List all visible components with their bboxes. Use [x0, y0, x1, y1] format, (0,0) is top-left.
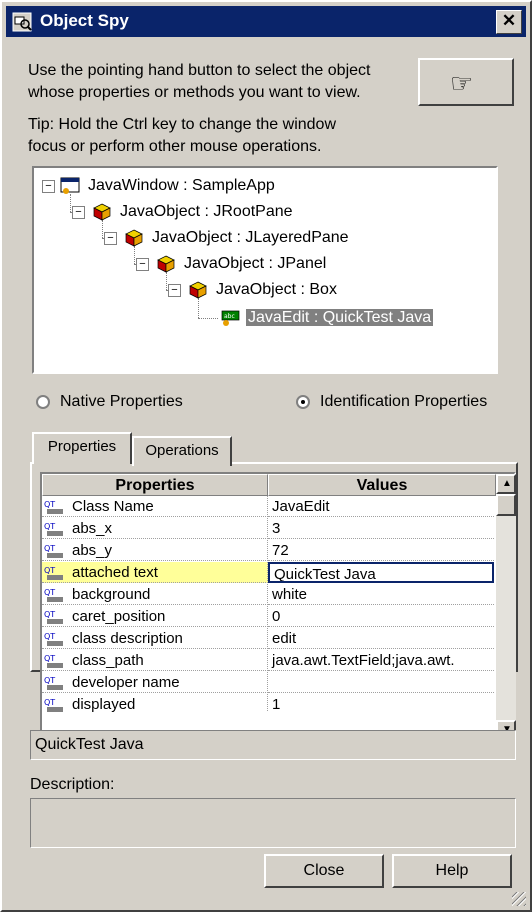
instruction-line-1: Use the pointing hand button to select t… [28, 62, 371, 79]
tree-node-jpanel[interactable]: JavaObject : JPanel [156, 252, 328, 276]
table-row[interactable]: QT developer name [42, 672, 496, 694]
java-object-icon [157, 255, 175, 273]
close-button[interactable]: Close [264, 854, 384, 888]
java-window-icon [60, 177, 80, 194]
table-row[interactable]: QT class description edit [42, 628, 496, 650]
window-title: Object Spy [40, 11, 129, 30]
tree-node-jlayeredpane[interactable]: JavaObject : JLayeredPane [124, 226, 351, 250]
identification-properties-label[interactable]: Identification Properties [320, 391, 487, 413]
svg-text:QT: QT [44, 698, 55, 707]
property-icon: QT [44, 588, 63, 602]
collapse-toggle-icon[interactable]: − [42, 180, 55, 193]
tip-line-2: focus or perform other mouse operations. [28, 138, 322, 155]
svg-text:QT: QT [44, 632, 55, 641]
property-icon: QT [44, 698, 63, 712]
svg-text:QT: QT [44, 654, 55, 663]
title-bar[interactable]: Object Spy ✕ [6, 6, 526, 37]
collapse-toggle-icon[interactable]: − [104, 232, 117, 245]
java-edit-icon: abc [221, 310, 240, 326]
pointing-hand-button[interactable]: ☞ [418, 58, 514, 106]
svg-text:QT: QT [44, 566, 55, 575]
arrow-up-icon: ▲ [502, 478, 512, 489]
svg-text:abc: abc [224, 313, 235, 320]
table-row[interactable]: QT abs_x 3 [42, 518, 496, 540]
property-icon: QT [44, 610, 63, 624]
property-icon: QT [44, 566, 63, 580]
properties-grid[interactable]: Properties Values QT Class Name JavaEdit … [40, 472, 516, 742]
help-button[interactable]: Help [392, 854, 512, 888]
selected-value-field: QuickTest Java [30, 730, 516, 760]
property-icon: QT [44, 654, 63, 668]
scroll-thumb[interactable] [496, 494, 516, 516]
collapse-toggle-icon[interactable]: − [136, 258, 149, 271]
description-label: Description: [30, 776, 115, 793]
table-row[interactable]: QT Class Name JavaEdit [42, 496, 496, 518]
resize-grip[interactable] [512, 892, 526, 906]
description-field [30, 798, 516, 848]
svg-text:QT: QT [44, 500, 55, 509]
property-icon: QT [44, 544, 63, 558]
vertical-scrollbar[interactable]: ▲ ▼ [496, 474, 516, 740]
identification-properties-radio[interactable] [296, 395, 310, 409]
close-window-button[interactable]: ✕ [496, 10, 522, 34]
table-row[interactable]: QT caret_position 0 [42, 606, 496, 628]
tip-line-1: Tip: Hold the Ctrl key to change the win… [28, 116, 337, 133]
collapse-toggle-icon[interactable]: − [72, 206, 85, 219]
table-row[interactable]: QT abs_y 72 [42, 540, 496, 562]
table-row[interactable]: QT class_path java.awt.TextField;java.awt… [42, 650, 496, 672]
collapse-toggle-icon[interactable]: − [168, 284, 181, 297]
property-icon: QT [44, 632, 63, 646]
property-icon: QT [44, 522, 63, 536]
tree-node-jrootpane[interactable]: JavaObject : JRootPane [92, 200, 295, 224]
svg-text:QT: QT [44, 522, 55, 531]
java-object-icon [125, 229, 143, 247]
tab-properties[interactable]: Properties [32, 432, 132, 464]
pointing-hand-icon: ☞ [450, 68, 474, 98]
object-spy-app-icon [12, 12, 32, 32]
tree-node-java-edit[interactable]: abc JavaEdit : QuickTest Java [220, 306, 434, 330]
tree-node-box[interactable]: JavaObject : Box [188, 278, 339, 302]
object-spy-window: Object Spy ✕ Use the pointing hand butto… [0, 0, 532, 912]
tab-operations[interactable]: Operations [132, 436, 232, 466]
column-header-values[interactable]: Values [268, 474, 496, 496]
java-object-icon [93, 203, 111, 221]
property-icon: QT [44, 500, 63, 514]
object-hierarchy-tree[interactable]: − − − − − JavaWindow : SampleApp JavaObj… [32, 166, 498, 374]
table-row[interactable]: QT background white [42, 584, 496, 606]
svg-text:QT: QT [44, 676, 55, 685]
tree-node-java-window[interactable]: JavaWindow : SampleApp [60, 174, 277, 198]
native-properties-radio[interactable] [36, 395, 50, 409]
native-properties-label[interactable]: Native Properties [60, 391, 183, 413]
svg-text:QT: QT [44, 610, 55, 619]
table-row-selected[interactable]: QT attached text QuickTest Java [42, 562, 496, 584]
instruction-line-2: whose properties or methods you want to … [28, 84, 361, 101]
svg-text:QT: QT [44, 544, 55, 553]
svg-text:QT: QT [44, 588, 55, 597]
property-icon: QT [44, 676, 63, 690]
scroll-up-button[interactable]: ▲ [496, 474, 516, 494]
column-header-properties[interactable]: Properties [42, 474, 268, 496]
java-object-icon [189, 281, 207, 299]
table-row[interactable]: QT displayed 1 [42, 694, 496, 712]
